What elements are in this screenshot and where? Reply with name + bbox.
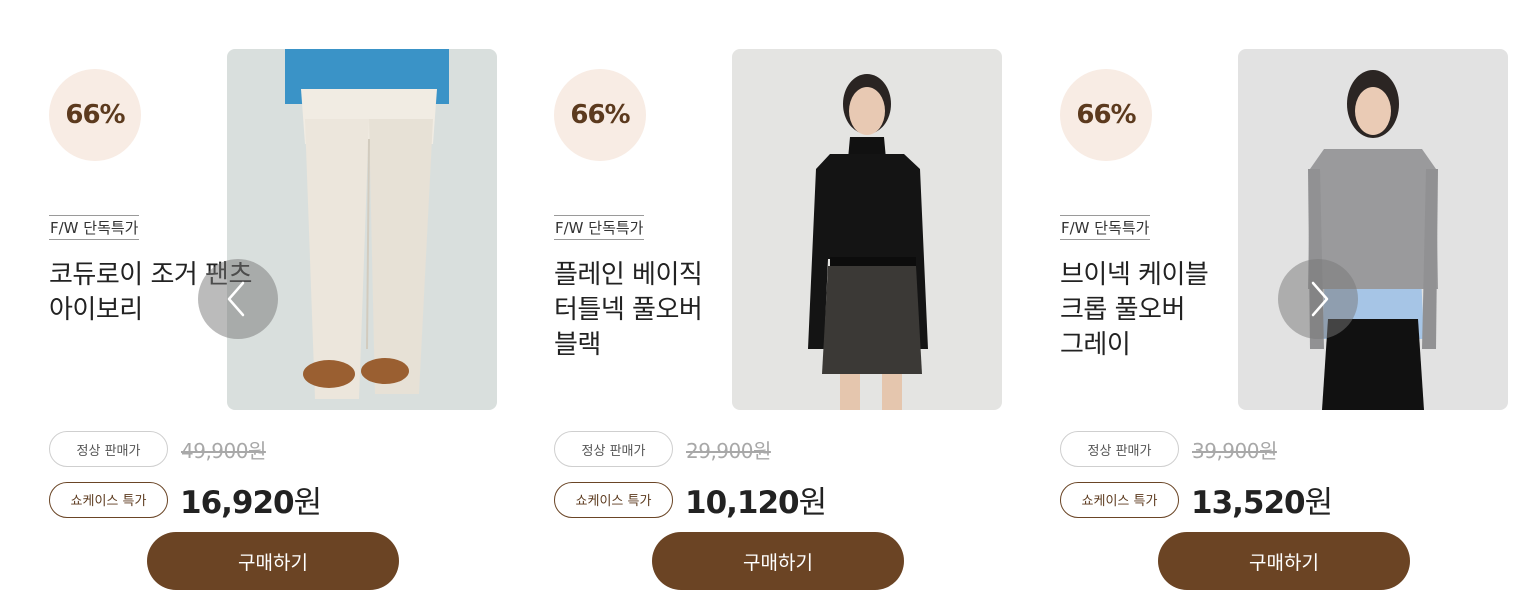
- chevron-right-icon: [1311, 281, 1329, 317]
- sale-price-label: 쇼케이스 특가: [554, 481, 673, 518]
- discount-badge: 66%: [554, 69, 646, 161]
- title-line: 크롭 풀오버: [1060, 295, 1185, 325]
- promo-tag: F/W 단독특가: [554, 215, 645, 240]
- sale-price: 13,520원: [1191, 477, 1334, 522]
- chevron-left-icon: [227, 281, 245, 317]
- product-title: 브이넥 케이블 크롭 풀오버 그레이: [1060, 258, 1300, 363]
- buy-button[interactable]: 구매하기: [652, 532, 904, 590]
- sale-price-unit: 원: [293, 485, 323, 521]
- sale-price-unit: 원: [1304, 485, 1334, 521]
- regular-price-label: 정상 판매가: [1060, 431, 1179, 467]
- buy-button[interactable]: 구매하기: [1158, 532, 1410, 590]
- product-card-turtleneck[interactable]: 66% F/W 단독특가 플레인 베이직 터틀넥 풀오버 블랙 정상 판매가 2…: [554, 0, 1014, 595]
- sale-price-amount: 16,920: [180, 485, 295, 521]
- regular-price-label: 정상 판매가: [554, 431, 673, 467]
- discount-badge: 66%: [1060, 69, 1152, 161]
- sale-price-amount: 13,520: [1191, 485, 1306, 521]
- sale-price: 10,120원: [685, 477, 828, 522]
- original-price: 49,900원: [181, 438, 266, 463]
- title-line: 블랙: [554, 330, 601, 360]
- product-image-corduroy-jogger[interactable]: [227, 49, 497, 410]
- title-line: 브이넥 케이블: [1060, 260, 1209, 290]
- regular-price-label: 정상 판매가: [49, 431, 168, 467]
- regular-price-row: 정상 판매가 39,900원: [1060, 431, 1277, 467]
- title-line: 터틀넥 풀오버: [554, 295, 703, 325]
- discount-badge: 66%: [49, 69, 141, 161]
- promo-tag: F/W 단독특가: [49, 215, 140, 240]
- regular-price-row: 정상 판매가 49,900원: [49, 431, 266, 467]
- sale-price: 16,920원: [180, 477, 323, 522]
- sale-price-row: 쇼케이스 특가 10,120원: [554, 477, 828, 522]
- title-line: 플레인 베이직: [554, 260, 703, 290]
- original-price: 29,900원: [686, 438, 771, 463]
- carousel-next-button[interactable]: [1278, 259, 1358, 339]
- regular-price-row: 정상 판매가 29,900원: [554, 431, 771, 467]
- sale-price-unit: 원: [798, 485, 828, 521]
- carousel-prev-button[interactable]: [198, 259, 278, 339]
- product-title: 플레인 베이직 터틀넥 풀오버 블랙: [554, 258, 794, 363]
- title-line: 그레이: [1060, 330, 1131, 360]
- original-price: 39,900원: [1192, 438, 1277, 463]
- sale-price-row: 쇼케이스 특가 13,520원: [1060, 477, 1334, 522]
- buy-button[interactable]: 구매하기: [147, 532, 399, 590]
- sale-price-label: 쇼케이스 특가: [1060, 481, 1179, 518]
- sale-price-amount: 10,120: [685, 485, 800, 521]
- product-card-corduroy-jogger[interactable]: 66% F/W 단독특가 코듀로이 조거 팬츠 아이보리 정상 판매가 49,9…: [49, 0, 509, 595]
- sale-price-label: 쇼케이스 특가: [49, 481, 168, 518]
- sale-price-row: 쇼케이스 특가 16,920원: [49, 477, 323, 522]
- promo-tag: F/W 단독특가: [1060, 215, 1151, 240]
